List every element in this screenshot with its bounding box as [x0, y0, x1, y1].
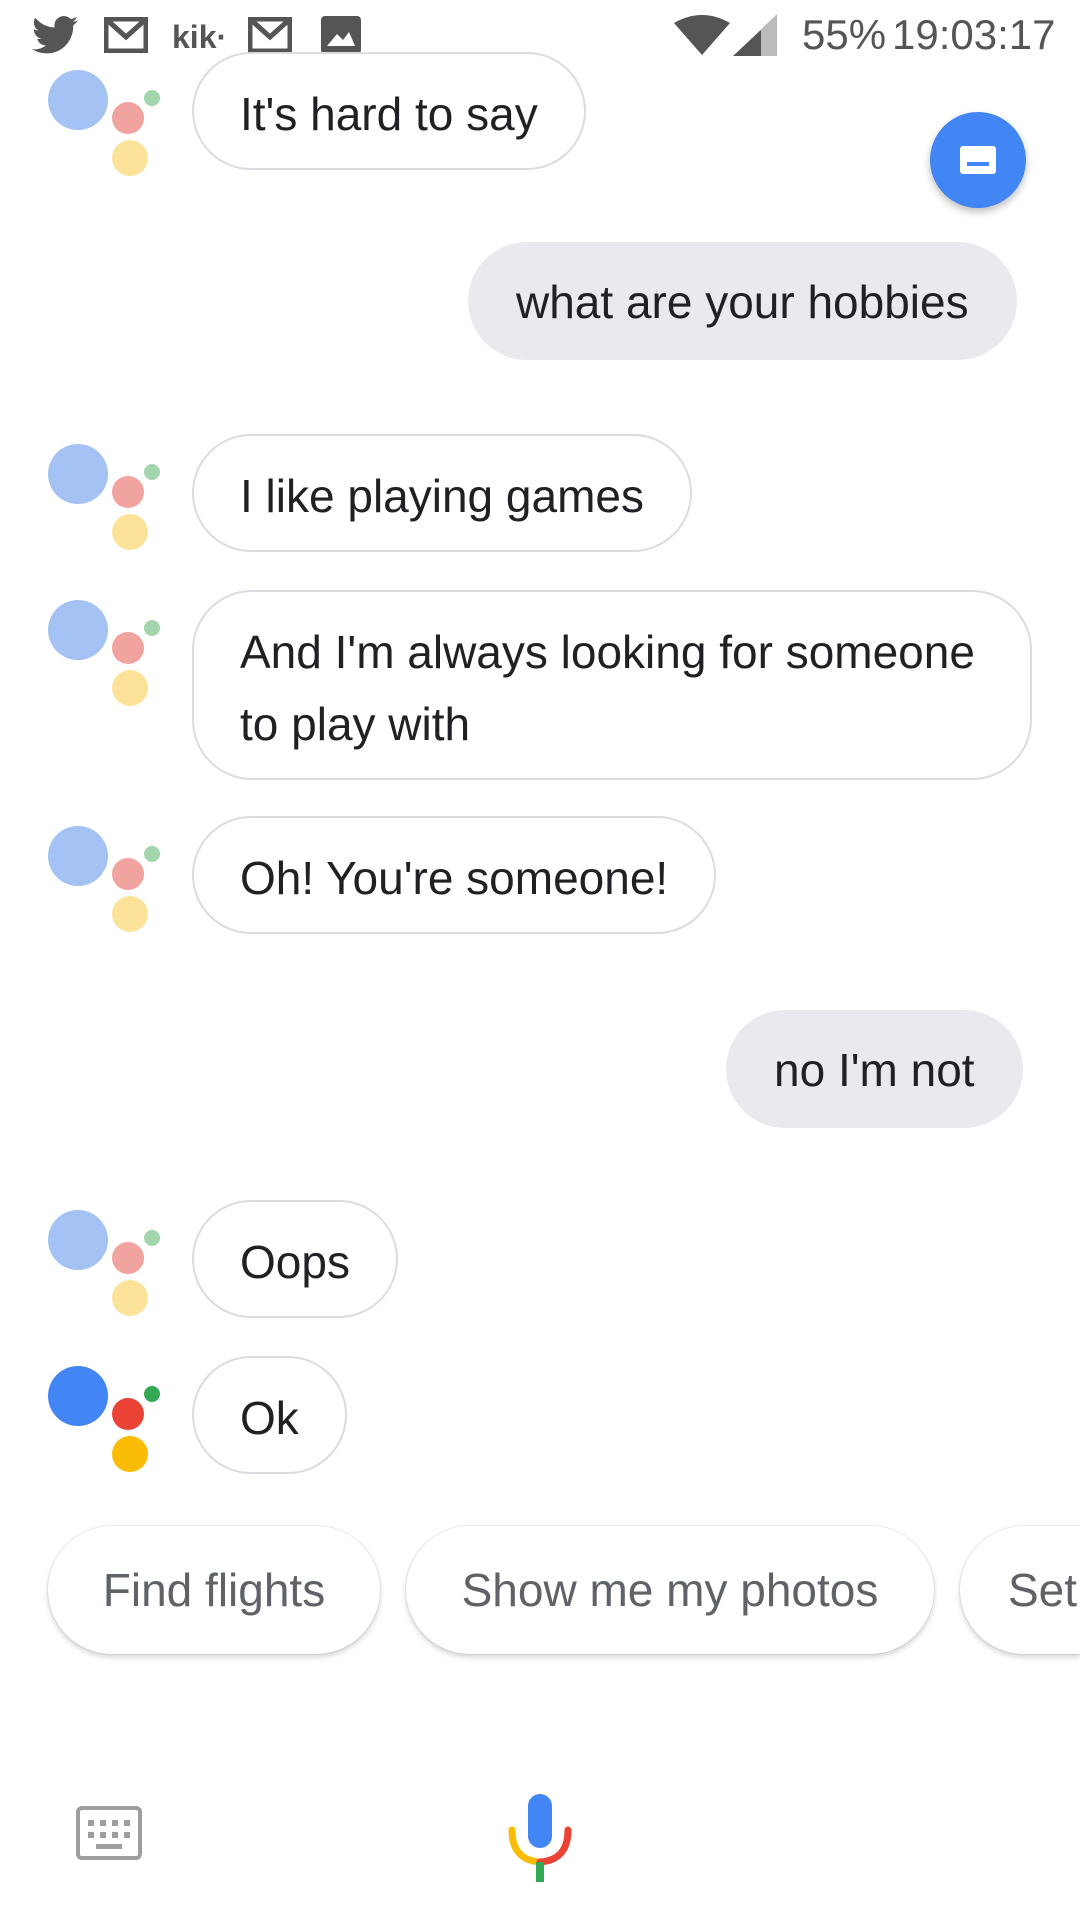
assistant-message: Oh! You're someone! — [192, 816, 717, 934]
user-message: no I'm not — [726, 1010, 1023, 1128]
gmail-icon — [104, 14, 148, 56]
cell-signal-icon — [732, 14, 778, 56]
mic-icon — [508, 1794, 572, 1882]
assistant-message: And I'm always looking for someone to pl… — [192, 590, 1032, 780]
twitter-icon — [30, 14, 80, 56]
assistant-avatar — [48, 600, 168, 706]
wifi-icon — [672, 14, 732, 56]
assistant-avatar — [48, 70, 168, 176]
assistant-avatar — [48, 1210, 168, 1316]
keyboard-icon[interactable] — [76, 1806, 142, 1860]
assistant-message: I like playing games — [192, 434, 692, 552]
assistant-avatar — [48, 1366, 168, 1472]
keyboard-icon — [960, 146, 996, 174]
assistant-message: It's hard to say — [192, 52, 586, 170]
gmail-icon — [248, 14, 292, 56]
gallery-icon — [320, 14, 362, 56]
suggestion-chip-set[interactable]: Set — [960, 1526, 1080, 1654]
assistant-avatar — [48, 826, 168, 932]
assistant-message: Oops — [192, 1200, 398, 1318]
assistant-message: Ok — [192, 1356, 347, 1474]
user-message: what are your hobbies — [468, 242, 1017, 360]
kik-icon: kik· — [172, 19, 228, 55]
status-time: 19:03:17 — [892, 11, 1056, 58]
keyboard-toggle-button[interactable] — [930, 112, 1026, 208]
suggestion-chip-find-flights[interactable]: Find flights — [48, 1526, 380, 1654]
mic-button[interactable] — [506, 1794, 574, 1884]
suggestion-chip-show-photos[interactable]: Show me my photos — [406, 1526, 934, 1654]
assistant-avatar — [48, 444, 168, 550]
battery-percent: 55% — [802, 11, 887, 58]
